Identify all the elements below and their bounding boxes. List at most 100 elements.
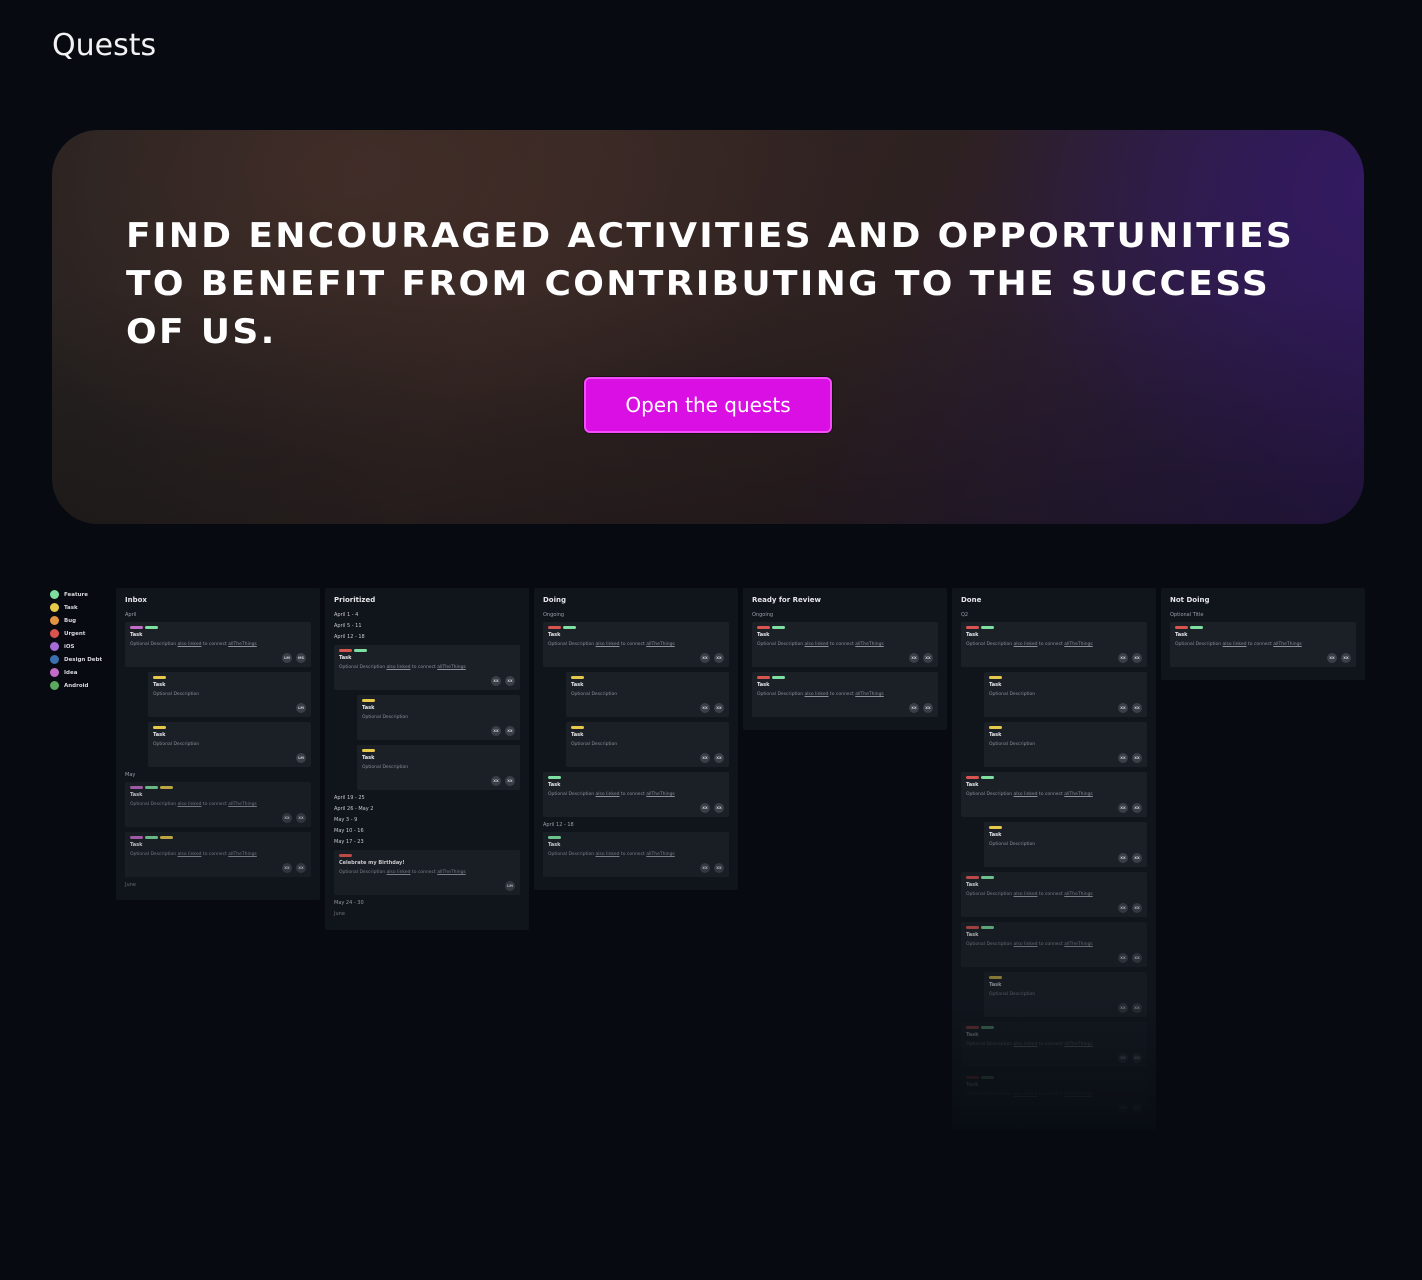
card-description: Optional Description also linked to conn… bbox=[966, 892, 1142, 897]
desc-link[interactable]: allTheThings bbox=[228, 852, 257, 857]
task-card[interactable]: Task Optional Description also linked to… bbox=[543, 772, 729, 817]
task-card[interactable]: Task Optional Description also linked to… bbox=[961, 1022, 1147, 1067]
desc-link[interactable]: also linked bbox=[596, 852, 620, 857]
desc-link[interactable]: allTheThings bbox=[437, 870, 466, 875]
desc-link[interactable]: also linked bbox=[1014, 942, 1038, 947]
desc-link[interactable]: allTheThings bbox=[1064, 892, 1093, 897]
task-card[interactable]: Task Optional Description also linked to… bbox=[961, 772, 1147, 817]
desc-text: Optional Description bbox=[966, 1042, 1014, 1047]
card-tags bbox=[571, 676, 724, 679]
desc-text: to connect bbox=[201, 852, 229, 857]
card-description: Optional Description also linked to conn… bbox=[339, 665, 515, 670]
desc-text: Optional Description bbox=[966, 642, 1014, 647]
desc-link[interactable]: allTheThings bbox=[1064, 642, 1093, 647]
task-card[interactable]: Task Optional Description also linked to… bbox=[752, 622, 938, 667]
task-card[interactable]: Task Optional Description also linked to… bbox=[961, 1072, 1147, 1117]
tag-icon bbox=[981, 776, 994, 779]
avatar: MS bbox=[296, 653, 306, 663]
desc-link[interactable]: also linked bbox=[1223, 642, 1247, 647]
legend-item: Design Debt bbox=[50, 653, 102, 666]
desc-link[interactable]: also linked bbox=[1014, 892, 1038, 897]
card-tags bbox=[130, 626, 306, 629]
subtask-card[interactable]: Task Optional Description LM bbox=[148, 672, 311, 717]
desc-link[interactable]: also linked bbox=[596, 642, 620, 647]
desc-link[interactable]: allTheThings bbox=[228, 642, 257, 647]
task-card[interactable]: Celebrate my Birthday! Optional Descript… bbox=[334, 850, 520, 895]
subtask-card[interactable]: Task Optional Description XX XX bbox=[357, 695, 520, 740]
card-title: Task bbox=[989, 732, 1002, 738]
date-range: May 17 - 23 bbox=[334, 839, 364, 845]
card-title: Task bbox=[966, 632, 979, 638]
task-card[interactable]: Task Optional Description also linked to… bbox=[334, 645, 520, 690]
task-card[interactable]: Task Optional Description also linked to… bbox=[125, 832, 311, 877]
subtask-card[interactable]: Task Optional Description XX XX bbox=[984, 972, 1147, 1017]
desc-link[interactable]: also linked bbox=[1014, 792, 1038, 797]
avatar: XX bbox=[1118, 1053, 1128, 1063]
subtask-card[interactable]: Task Optional Description XX XX bbox=[566, 722, 729, 767]
card-title: Task bbox=[966, 932, 979, 938]
desc-link[interactable]: allTheThings bbox=[1064, 1042, 1093, 1047]
avatar: XX bbox=[1132, 853, 1142, 863]
desc-link[interactable]: also linked bbox=[1014, 1092, 1038, 1097]
card-tags bbox=[989, 676, 1142, 679]
desc-link[interactable]: also linked bbox=[1014, 642, 1038, 647]
group-label: Optional Title bbox=[1170, 612, 1204, 618]
desc-link[interactable]: also linked bbox=[805, 642, 829, 647]
tag-icon bbox=[362, 749, 375, 752]
desc-link[interactable]: also linked bbox=[178, 852, 202, 857]
desc-link[interactable]: allTheThings bbox=[855, 692, 884, 697]
task-card[interactable]: Task Optional Description also linked to… bbox=[961, 922, 1147, 967]
desc-link[interactable]: allTheThings bbox=[1064, 1092, 1093, 1097]
desc-link[interactable]: also linked bbox=[1014, 1042, 1038, 1047]
desc-link[interactable]: allTheThings bbox=[1273, 642, 1302, 647]
tag-icon bbox=[981, 626, 994, 629]
avatar: XX bbox=[1327, 653, 1337, 663]
card-tags bbox=[966, 1026, 1142, 1029]
desc-link[interactable]: also linked bbox=[805, 692, 829, 697]
desc-link[interactable]: also linked bbox=[178, 802, 202, 807]
avatar: XX bbox=[1132, 953, 1142, 963]
desc-text: Optional Description bbox=[130, 852, 178, 857]
avatar: XX bbox=[700, 653, 710, 663]
desc-link[interactable]: also linked bbox=[178, 642, 202, 647]
open-quests-button[interactable]: Open the quests bbox=[584, 377, 832, 433]
desc-link[interactable]: allTheThings bbox=[646, 852, 675, 857]
subtask-card[interactable]: Task Optional Description XX XX bbox=[984, 672, 1147, 717]
desc-link[interactable]: allTheThings bbox=[646, 792, 675, 797]
legend-label: Idea bbox=[64, 669, 78, 676]
task-card[interactable]: Task Optional Description also linked to… bbox=[961, 622, 1147, 667]
desc-link[interactable]: also linked bbox=[387, 870, 411, 875]
desc-link[interactable]: allTheThings bbox=[437, 665, 466, 670]
avatar: XX bbox=[1118, 653, 1128, 663]
task-card[interactable]: Task Optional Description also linked to… bbox=[125, 622, 311, 667]
desc-text: Optional Description bbox=[548, 642, 596, 647]
task-card[interactable]: Task Optional Description also linked to… bbox=[752, 672, 938, 717]
subtask-card[interactable]: Task Optional Description XX XX bbox=[566, 672, 729, 717]
desc-text: to connect bbox=[1037, 1042, 1065, 1047]
desc-link[interactable]: allTheThings bbox=[228, 802, 257, 807]
subtask-card[interactable]: Task Optional Description XX XX bbox=[984, 722, 1147, 767]
desc-link[interactable]: also linked bbox=[387, 665, 411, 670]
desc-link[interactable]: allTheThings bbox=[646, 642, 675, 647]
task-card[interactable]: Task Optional Description also linked to… bbox=[125, 782, 311, 827]
desc-link[interactable]: allTheThings bbox=[855, 642, 884, 647]
avatar: LM bbox=[296, 753, 306, 763]
avatar: XX bbox=[282, 863, 292, 873]
desc-link[interactable]: allTheThings bbox=[1064, 942, 1093, 947]
task-card[interactable]: Task Optional Description also linked to… bbox=[961, 872, 1147, 917]
desc-link[interactable]: also linked bbox=[596, 792, 620, 797]
desc-link[interactable]: allTheThings bbox=[1064, 792, 1093, 797]
avatar: XX bbox=[714, 803, 724, 813]
task-card[interactable]: Task Optional Description also linked to… bbox=[543, 832, 729, 877]
tag-icon bbox=[130, 836, 143, 839]
tag-icon bbox=[966, 1076, 979, 1079]
desc-text: Optional Description bbox=[757, 692, 805, 697]
task-card[interactable]: Task Optional Description also linked to… bbox=[1170, 622, 1356, 667]
tag-icon bbox=[563, 626, 576, 629]
subtask-card[interactable]: Task Optional Description LM bbox=[148, 722, 311, 767]
desc-text: to connect bbox=[410, 665, 438, 670]
subtask-card[interactable]: Task Optional Description XX XX bbox=[984, 822, 1147, 867]
task-card[interactable]: Task Optional Description also linked to… bbox=[543, 622, 729, 667]
subtask-card[interactable]: Task Optional Description XX XX bbox=[357, 745, 520, 790]
legend-label: iOS bbox=[64, 643, 75, 650]
